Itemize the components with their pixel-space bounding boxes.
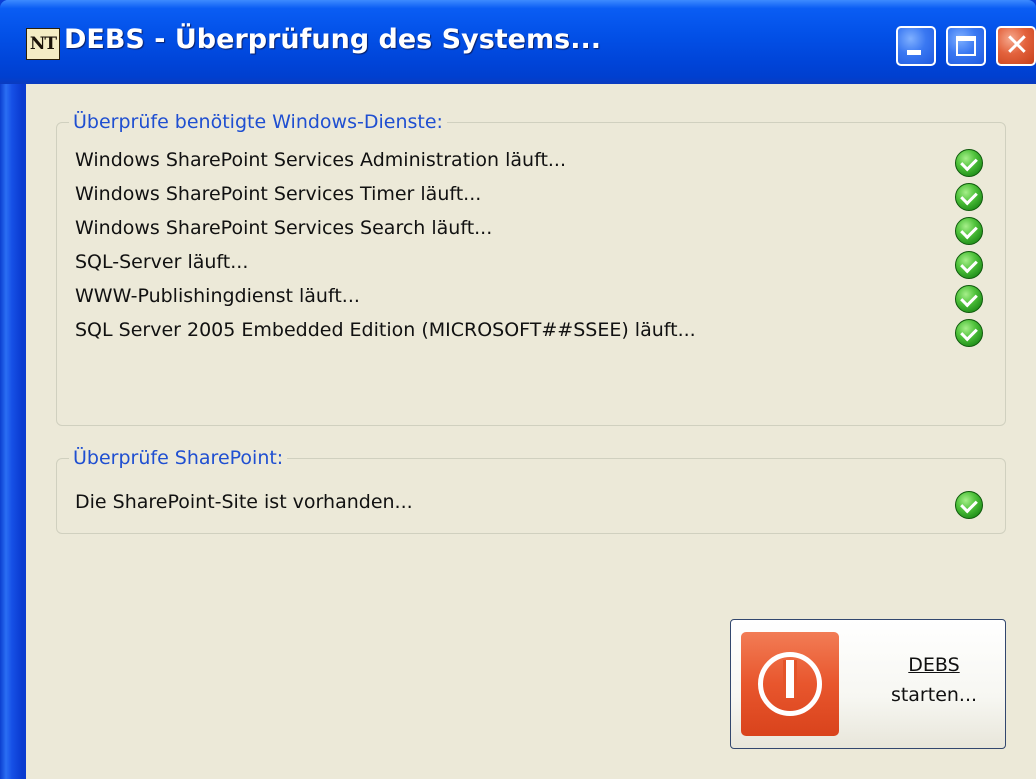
windows-services-group: Überprüfe benötigte Windows-Dienste: Win…	[56, 111, 1006, 426]
dialog-client-area: Überprüfe benötigte Windows-Dienste: Win…	[26, 84, 1036, 779]
start-button-line1: DEBS	[908, 654, 960, 676]
check-ok-icon	[955, 251, 983, 279]
sharepoint-label: Die SharePoint-Site ist vorhanden...	[75, 491, 413, 513]
maximize-icon	[956, 36, 976, 56]
check-ok-icon	[955, 285, 983, 313]
title-bar[interactable]: NT DEBS - Überprüfung des Systems... ✕	[0, 0, 1036, 84]
sharepoint-legend: Überprüfe SharePoint:	[69, 447, 288, 469]
service-row: Windows SharePoint Services Timer läuft.…	[75, 181, 995, 211]
service-label: WWW-Publishingdienst läuft...	[75, 285, 360, 307]
service-label: Windows SharePoint Services Administrati…	[75, 149, 567, 171]
check-ok-icon	[955, 217, 983, 245]
service-row: Windows SharePoint Services Search läuft…	[75, 215, 995, 245]
window-title: DEBS - Überprüfung des Systems...	[64, 24, 601, 55]
close-button[interactable]: ✕	[996, 26, 1036, 66]
window: NT DEBS - Überprüfung des Systems... ✕ Ü…	[0, 0, 1036, 779]
service-row: SQL-Server läuft...	[75, 249, 995, 279]
check-ok-icon	[955, 319, 983, 347]
service-row: WWW-Publishingdienst läuft...	[75, 283, 995, 313]
start-button-line2: starten...	[890, 684, 978, 706]
minimize-button[interactable]	[896, 26, 936, 66]
minimize-icon	[907, 50, 921, 55]
maximize-button[interactable]	[946, 26, 986, 66]
start-debs-button[interactable]: DEBS starten...	[730, 619, 1006, 749]
service-label: Windows SharePoint Services Search läuft…	[75, 217, 493, 239]
service-row: Windows SharePoint Services Administrati…	[75, 147, 995, 177]
windows-services-legend: Überprüfe benötigte Windows-Dienste:	[69, 111, 447, 133]
power-icon	[741, 632, 839, 736]
sharepoint-group: Überprüfe SharePoint: Die SharePoint-Sit…	[56, 447, 1006, 534]
service-label: SQL Server 2005 Embedded Edition (MICROS…	[75, 319, 696, 341]
close-icon: ✕	[1004, 28, 1030, 63]
check-ok-icon	[955, 183, 983, 211]
start-button-label: DEBS starten...	[871, 650, 997, 710]
app-logo: NT	[26, 28, 60, 60]
service-label: Windows SharePoint Services Timer läuft.…	[75, 183, 482, 205]
service-row: SQL Server 2005 Embedded Edition (MICROS…	[75, 317, 995, 347]
check-ok-icon	[955, 491, 983, 519]
check-ok-icon	[955, 149, 983, 177]
sharepoint-row: Die SharePoint-Site ist vorhanden...	[75, 489, 995, 519]
service-label: SQL-Server läuft...	[75, 251, 249, 273]
